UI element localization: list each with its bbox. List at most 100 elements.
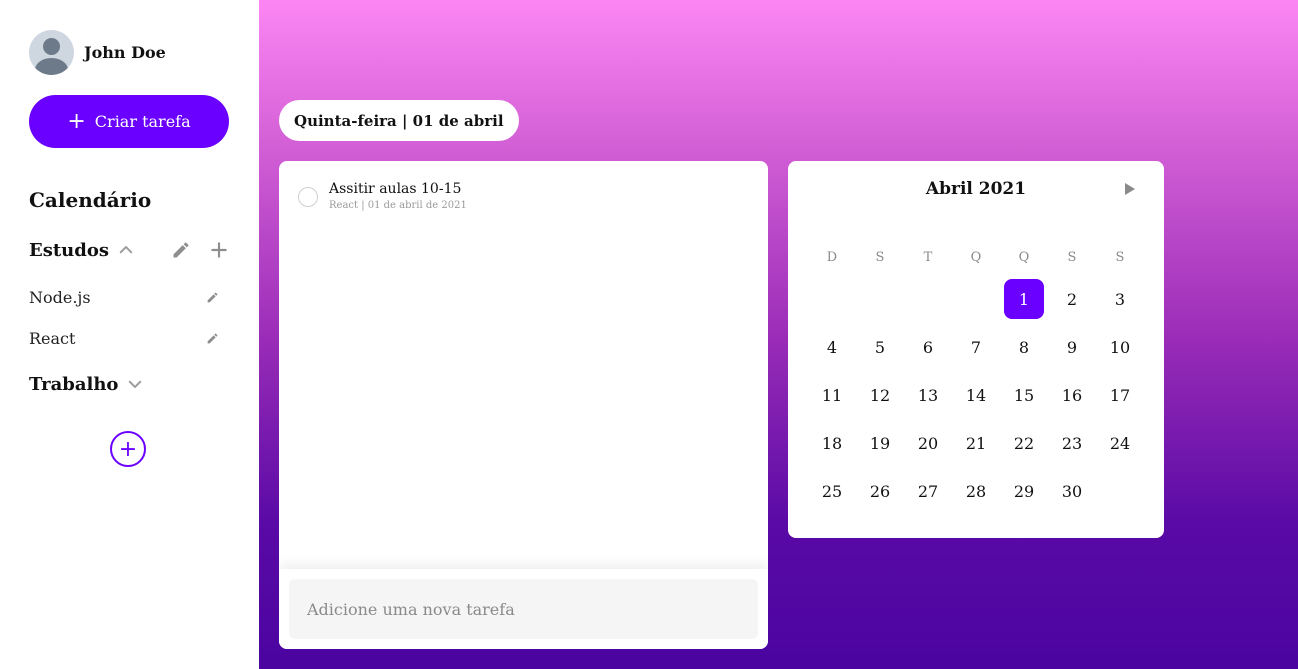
chevron-up-icon[interactable] [117,241,135,259]
calendar-day-number [956,279,996,319]
calendar-grid: D S T Q Q S S 1 2 3 4 5 6 7 8 9 10 11 12 13 14 15 16 17 1… [808,241,1144,515]
group-name: Trabalho [29,373,119,395]
calendar-day[interactable]: 25 [808,467,856,515]
sidebar: John Doe + Criar tarefa Calendário Estud… [0,0,259,669]
pencil-icon[interactable] [206,291,219,304]
calendar-day-number: 28 [965,481,987,501]
calendar-day[interactable]: 27 [904,467,952,515]
calendar-day[interactable]: 26 [856,467,904,515]
weekday-label: Q [970,250,982,265]
circle-plus-icon: + [118,436,138,462]
calendar-day[interactable]: 22 [1000,419,1048,467]
calendar-day-number: 7 [970,337,982,357]
calendar-week-row: 18 19 20 21 22 23 24 [808,419,1144,467]
calendar-day-number: 2 [1066,289,1078,309]
task-checkbox[interactable] [298,187,318,207]
calendar-day[interactable]: 19 [856,419,904,467]
calendar-day-number: 3 [1114,289,1126,309]
weekday-label: T [923,250,933,265]
calendar-day[interactable]: 2 [1048,275,1096,323]
task-title: Assitir aulas 10-15 [329,181,462,197]
calendar-day-number [908,279,948,319]
calendar-empty-cell [952,275,1000,323]
calendar-day[interactable]: 16 [1048,371,1096,419]
calendar-day[interactable]: 6 [904,323,952,371]
calendar-empty-cell [904,275,952,323]
calendar-day-number: 21 [965,433,987,453]
calendar-day-number: 13 [917,385,939,405]
calendar-day[interactable]: 28 [952,467,1000,515]
chevron-down-icon[interactable] [126,375,144,393]
calendar-day-number [812,279,852,319]
calendar-day[interactable]: 12 [856,371,904,419]
weekday-label: Q [1018,250,1030,265]
calendar-day[interactable]: 14 [952,371,1000,419]
calendar-day-number: 26 [869,481,891,501]
calendar-day[interactable]: 1 [1000,275,1048,323]
calendar-day[interactable]: 4 [808,323,856,371]
calendar-empty-cell [856,275,904,323]
calendar-day[interactable]: 3 [1096,275,1144,323]
calendar-day[interactable]: 17 [1096,371,1144,419]
calendar-day[interactable]: 29 [1000,467,1048,515]
task-meta: React | 01 de abril de 2021 [329,200,467,211]
date-label: Quinta-feira | 01 de abril [279,100,519,141]
calendar-day-number: 25 [821,481,843,501]
user-profile[interactable]: John Doe [29,30,166,75]
calendar-week-row: 25 26 27 28 29 30 [808,467,1144,515]
calendar-day-number: 5 [874,337,886,357]
calendar-day[interactable]: 7 [952,323,1000,371]
calendar-day-number: 24 [1109,433,1131,453]
calendar-week-row: 4 5 6 7 8 9 10 [808,323,1144,371]
calendar-day[interactable]: 21 [952,419,1000,467]
calendar-month-title: Abril 2021 [925,179,1027,199]
calendar-day-number: 29 [1013,481,1035,501]
calendar-day[interactable]: 20 [904,419,952,467]
calendar-empty-cell [1096,467,1144,515]
calendar-day[interactable]: 8 [1000,323,1048,371]
weekday-header: D S T Q Q S S [808,241,1144,275]
calendar-day[interactable]: 9 [1048,323,1096,371]
calendar-day-number: 23 [1061,433,1083,453]
weekday-label: D [826,250,838,265]
pencil-icon[interactable] [206,332,219,345]
calendar-day[interactable]: 10 [1096,323,1144,371]
pencil-icon[interactable] [171,240,191,260]
user-avatar-icon [29,30,74,75]
calendar-week-row: 11 12 13 14 15 16 17 [808,371,1144,419]
calendar-day-number: 8 [1018,337,1030,357]
task-item[interactable]: Assitir aulas 10-15 React | 01 de abril … [298,181,467,211]
calendar-day[interactable]: 5 [856,323,904,371]
calendar-day-number: 4 [826,337,838,357]
create-task-button[interactable]: + Criar tarefa [29,95,229,148]
add-item-plus-icon[interactable] [209,240,229,260]
calendar-day[interactable]: 18 [808,419,856,467]
calendar-week-row: 1 2 3 [808,275,1144,323]
calendar-day-number [860,279,900,319]
calendar-day[interactable]: 23 [1048,419,1096,467]
main-area: Quinta-feira | 01 de abril Assitir aulas… [259,0,1298,669]
calendar-day[interactable]: 11 [808,371,856,419]
calendar-day-number: 9 [1066,337,1078,357]
add-group-button[interactable]: + [110,431,146,467]
calendar-day[interactable]: 15 [1000,371,1048,419]
calendar-day[interactable]: 24 [1096,419,1144,467]
sidebar-item-label: React [29,328,76,348]
calendar-day-number: 1 [1004,279,1044,319]
triangle-right-icon[interactable] [1124,182,1136,196]
tasks-panel: Assitir aulas 10-15 React | 01 de abril … [279,161,768,649]
new-task-bar [279,569,768,649]
calendar-day-number: 19 [869,433,891,453]
calendar-day-number: 6 [922,337,934,357]
calendar-day-number: 15 [1013,385,1035,405]
group-estudos[interactable]: Estudos [29,236,229,264]
group-trabalho[interactable]: Trabalho [29,370,229,398]
calendar-day[interactable]: 13 [904,371,952,419]
user-name: John Doe [84,43,166,62]
calendar-day[interactable]: 30 [1048,467,1096,515]
sidebar-item-nodejs[interactable]: Node.js [29,285,219,309]
calendar-day-number: 18 [821,433,843,453]
calendar-day-number: 10 [1109,337,1131,357]
sidebar-item-react[interactable]: React [29,326,219,350]
new-task-input[interactable] [289,579,758,639]
